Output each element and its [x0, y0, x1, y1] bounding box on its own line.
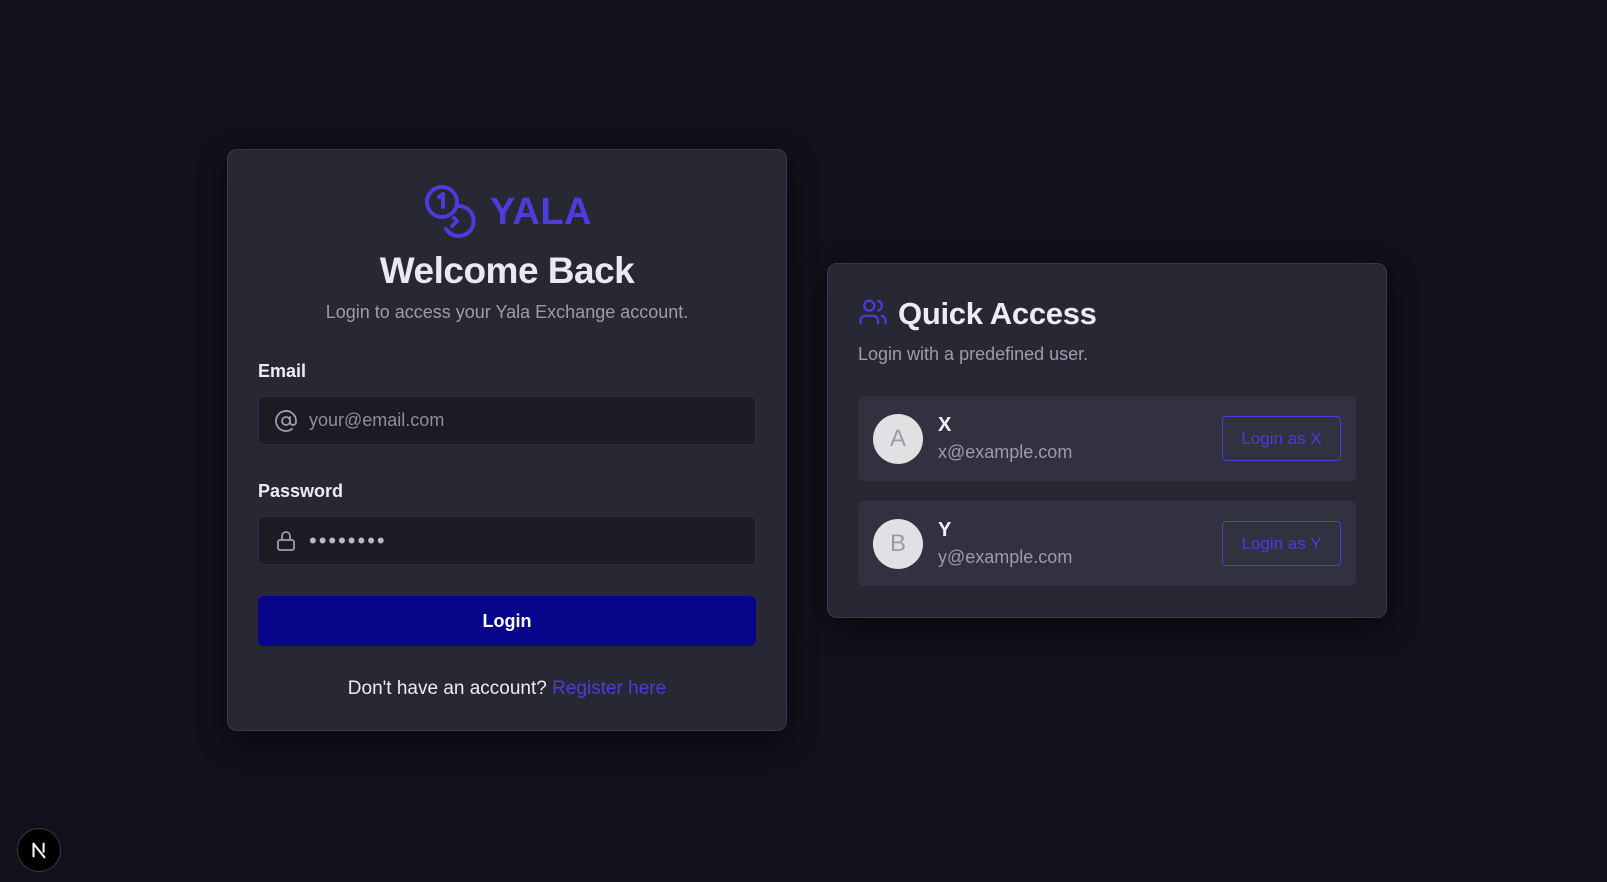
login-card: YALA Welcome Back Login to access your Y…: [227, 149, 787, 731]
list-item: B Y y@example.com Login as Y: [858, 501, 1356, 586]
register-prompt: Don't have an account? Register here: [228, 678, 786, 700]
user-email: x@example.com: [938, 442, 1073, 462]
nextjs-icon[interactable]: [17, 828, 61, 872]
password-label: Password: [258, 481, 344, 501]
login-as-y-button[interactable]: Login as Y: [1222, 521, 1341, 566]
email-label: Email: [258, 361, 307, 381]
password-input[interactable]: ••••••••: [309, 528, 755, 554]
login-subtitle: Login to access your Yala Exchange accou…: [325, 302, 689, 322]
user-email: y@example.com: [938, 547, 1073, 567]
login-as-x-button[interactable]: Login as X: [1222, 416, 1341, 461]
lock-icon: [273, 528, 299, 554]
user-name: X: [938, 414, 952, 436]
password-field[interactable]: ••••••••: [258, 516, 756, 565]
avatar: B: [873, 519, 923, 569]
user-name: Y: [938, 519, 952, 541]
brand-name: YALA: [490, 191, 592, 233]
avatar: A: [873, 414, 923, 464]
quick-access-header: Quick Access: [858, 296, 1097, 332]
email-field[interactable]: [258, 396, 756, 445]
quick-access-title: Quick Access: [898, 296, 1097, 331]
login-button[interactable]: Login: [258, 596, 756, 646]
register-text: Don't have an account?: [347, 678, 547, 699]
list-item: A X x@example.com Login as X: [858, 396, 1356, 481]
quick-access-subtitle: Login with a predefined user.: [858, 344, 1089, 364]
coins-icon: [422, 182, 478, 243]
at-sign-icon: [273, 408, 299, 434]
brand-logo: YALA: [228, 182, 786, 243]
page-title: Welcome Back: [379, 250, 635, 291]
register-link[interactable]: Register here: [552, 678, 666, 699]
email-input[interactable]: [309, 397, 755, 444]
users-icon: [858, 297, 888, 332]
quick-access-card: Quick Access Login with a predefined use…: [827, 263, 1387, 618]
